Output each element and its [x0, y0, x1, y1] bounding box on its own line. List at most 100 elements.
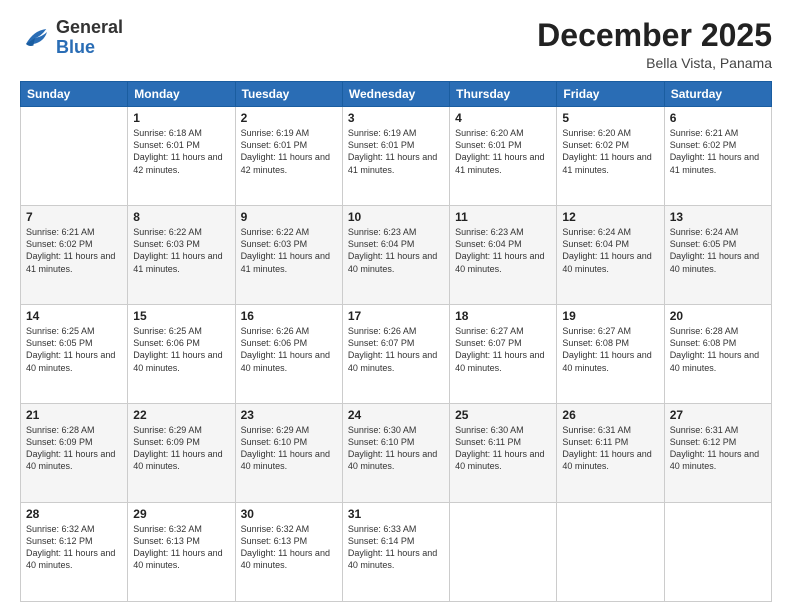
calendar-cell: 15 Sunrise: 6:25 AMSunset: 6:06 PMDayligh… — [128, 305, 235, 404]
day-number: 25 — [455, 408, 551, 422]
calendar-cell: 20Sunrise: 6:28 AMSunset: 6:08 PMDayligh… — [664, 305, 771, 404]
day-info: Sunrise: 6:32 AMSunset: 6:12 PMDaylight:… — [26, 523, 122, 572]
day-number: 27 — [670, 408, 766, 422]
day-number: 29 — [133, 507, 229, 521]
day-info: Sunrise: 6:23 AMSunset: 6:04 PMDaylight:… — [348, 226, 444, 275]
day-info: Sunrise: 6:18 AMSunset: 6:01 PMDaylight:… — [133, 127, 229, 176]
page: General Blue December 2025 Bella Vista, … — [0, 0, 792, 612]
calendar-cell: 11 Sunrise: 6:23 AMSunset: 6:04 PMDayligh… — [450, 206, 557, 305]
calendar-header-row: Sunday Monday Tuesday Wednesday Thursday… — [21, 82, 772, 107]
calendar-cell: 27 Sunrise: 6:31 AMSunset: 6:12 PMDayligh… — [664, 404, 771, 503]
day-info: Sunrise: 6:21 AMSunset: 6:02 PMDaylight:… — [670, 127, 766, 176]
header-monday: Monday — [128, 82, 235, 107]
day-number: 7 — [26, 210, 122, 224]
day-info: Sunrise: 6:31 AMSunset: 6:12 PMDaylight:… — [670, 424, 766, 473]
day-number: 8 — [133, 210, 229, 224]
day-info: Sunrise: 6:29 AMSunset: 6:10 PMDaylight:… — [241, 424, 337, 473]
calendar-cell: 26 Sunrise: 6:31 AMSunset: 6:11 PMDayligh… — [557, 404, 664, 503]
day-info: Sunrise: 6:32 AMSunset: 6:13 PMDaylight:… — [133, 523, 229, 572]
calendar-week-4: 28 Sunrise: 6:32 AMSunset: 6:12 PMDayligh… — [21, 503, 772, 602]
day-info: Sunrise: 6:26 AMSunset: 6:07 PMDaylight:… — [348, 325, 444, 374]
day-number: 15 — [133, 309, 229, 323]
calendar-cell — [664, 503, 771, 602]
logo-text: General Blue — [56, 18, 123, 58]
calendar-week-1: 7 Sunrise: 6:21 AMSunset: 6:02 PMDaylight… — [21, 206, 772, 305]
calendar-cell: 21Sunrise: 6:28 AMSunset: 6:09 PMDayligh… — [21, 404, 128, 503]
header-saturday: Saturday — [664, 82, 771, 107]
day-info: Sunrise: 6:27 AMSunset: 6:08 PMDaylight:… — [562, 325, 658, 374]
location-subtitle: Bella Vista, Panama — [537, 55, 772, 71]
logo-general: General — [56, 17, 123, 37]
calendar-cell: 28 Sunrise: 6:32 AMSunset: 6:12 PMDayligh… — [21, 503, 128, 602]
calendar-cell — [557, 503, 664, 602]
calendar-week-3: 21Sunrise: 6:28 AMSunset: 6:09 PMDayligh… — [21, 404, 772, 503]
calendar-cell: 1 Sunrise: 6:18 AMSunset: 6:01 PMDaylight… — [128, 107, 235, 206]
calendar-cell: 14 Sunrise: 6:25 AMSunset: 6:05 PMDayligh… — [21, 305, 128, 404]
calendar-cell: 12Sunrise: 6:24 AMSunset: 6:04 PMDayligh… — [557, 206, 664, 305]
calendar-cell: 10Sunrise: 6:23 AMSunset: 6:04 PMDayligh… — [342, 206, 449, 305]
day-number: 16 — [241, 309, 337, 323]
calendar-cell — [21, 107, 128, 206]
day-info: Sunrise: 6:19 AMSunset: 6:01 PMDaylight:… — [348, 127, 444, 176]
day-number: 26 — [562, 408, 658, 422]
day-info: Sunrise: 6:30 AMSunset: 6:10 PMDaylight:… — [348, 424, 444, 473]
day-info: Sunrise: 6:23 AMSunset: 6:04 PMDaylight:… — [455, 226, 551, 275]
day-number: 12 — [562, 210, 658, 224]
day-number: 21 — [26, 408, 122, 422]
day-info: Sunrise: 6:19 AMSunset: 6:01 PMDaylight:… — [241, 127, 337, 176]
day-number: 17 — [348, 309, 444, 323]
day-info: Sunrise: 6:22 AMSunset: 6:03 PMDaylight:… — [133, 226, 229, 275]
day-number: 2 — [241, 111, 337, 125]
calendar-cell: 7 Sunrise: 6:21 AMSunset: 6:02 PMDaylight… — [21, 206, 128, 305]
day-number: 1 — [133, 111, 229, 125]
calendar-cell: 30Sunrise: 6:32 AMSunset: 6:13 PMDayligh… — [235, 503, 342, 602]
calendar-cell: 13Sunrise: 6:24 AMSunset: 6:05 PMDayligh… — [664, 206, 771, 305]
day-number: 9 — [241, 210, 337, 224]
day-number: 30 — [241, 507, 337, 521]
calendar-cell: 31Sunrise: 6:33 AMSunset: 6:14 PMDayligh… — [342, 503, 449, 602]
logo-blue: Blue — [56, 37, 95, 57]
day-number: 3 — [348, 111, 444, 125]
day-info: Sunrise: 6:21 AMSunset: 6:02 PMDaylight:… — [26, 226, 122, 275]
day-number: 11 — [455, 210, 551, 224]
day-info: Sunrise: 6:29 AMSunset: 6:09 PMDaylight:… — [133, 424, 229, 473]
day-info: Sunrise: 6:25 AMSunset: 6:05 PMDaylight:… — [26, 325, 122, 374]
day-number: 24 — [348, 408, 444, 422]
calendar-cell: 16 Sunrise: 6:26 AMSunset: 6:06 PMDayligh… — [235, 305, 342, 404]
day-number: 14 — [26, 309, 122, 323]
calendar-week-2: 14 Sunrise: 6:25 AMSunset: 6:05 PMDayligh… — [21, 305, 772, 404]
day-info: Sunrise: 6:28 AMSunset: 6:08 PMDaylight:… — [670, 325, 766, 374]
day-info: Sunrise: 6:24 AMSunset: 6:05 PMDaylight:… — [670, 226, 766, 275]
day-number: 23 — [241, 408, 337, 422]
calendar-cell: 25 Sunrise: 6:30 AMSunset: 6:11 PMDayligh… — [450, 404, 557, 503]
day-number: 4 — [455, 111, 551, 125]
calendar-cell: 2 Sunrise: 6:19 AMSunset: 6:01 PMDaylight… — [235, 107, 342, 206]
day-info: Sunrise: 6:25 AMSunset: 6:06 PMDaylight:… — [133, 325, 229, 374]
day-info: Sunrise: 6:27 AMSunset: 6:07 PMDaylight:… — [455, 325, 551, 374]
day-info: Sunrise: 6:20 AMSunset: 6:01 PMDaylight:… — [455, 127, 551, 176]
header-tuesday: Tuesday — [235, 82, 342, 107]
calendar-cell: 8 Sunrise: 6:22 AMSunset: 6:03 PMDaylight… — [128, 206, 235, 305]
day-number: 28 — [26, 507, 122, 521]
day-info: Sunrise: 6:31 AMSunset: 6:11 PMDaylight:… — [562, 424, 658, 473]
header-wednesday: Wednesday — [342, 82, 449, 107]
calendar-table: Sunday Monday Tuesday Wednesday Thursday… — [20, 81, 772, 602]
day-number: 19 — [562, 309, 658, 323]
day-info: Sunrise: 6:20 AMSunset: 6:02 PMDaylight:… — [562, 127, 658, 176]
title-block: December 2025 Bella Vista, Panama — [537, 18, 772, 71]
calendar-week-0: 1 Sunrise: 6:18 AMSunset: 6:01 PMDaylight… — [21, 107, 772, 206]
logo: General Blue — [20, 18, 123, 58]
month-title: December 2025 — [537, 18, 772, 53]
header-thursday: Thursday — [450, 82, 557, 107]
header-sunday: Sunday — [21, 82, 128, 107]
day-number: 22 — [133, 408, 229, 422]
day-info: Sunrise: 6:30 AMSunset: 6:11 PMDaylight:… — [455, 424, 551, 473]
calendar-cell: 3 Sunrise: 6:19 AMSunset: 6:01 PMDaylight… — [342, 107, 449, 206]
calendar-cell — [450, 503, 557, 602]
calendar-cell: 5Sunrise: 6:20 AMSunset: 6:02 PMDaylight… — [557, 107, 664, 206]
calendar-cell: 22 Sunrise: 6:29 AMSunset: 6:09 PMDayligh… — [128, 404, 235, 503]
logo-bird-icon — [20, 23, 50, 53]
day-info: Sunrise: 6:26 AMSunset: 6:06 PMDaylight:… — [241, 325, 337, 374]
calendar-cell: 9Sunrise: 6:22 AMSunset: 6:03 PMDaylight… — [235, 206, 342, 305]
calendar-cell: 29 Sunrise: 6:32 AMSunset: 6:13 PMDayligh… — [128, 503, 235, 602]
